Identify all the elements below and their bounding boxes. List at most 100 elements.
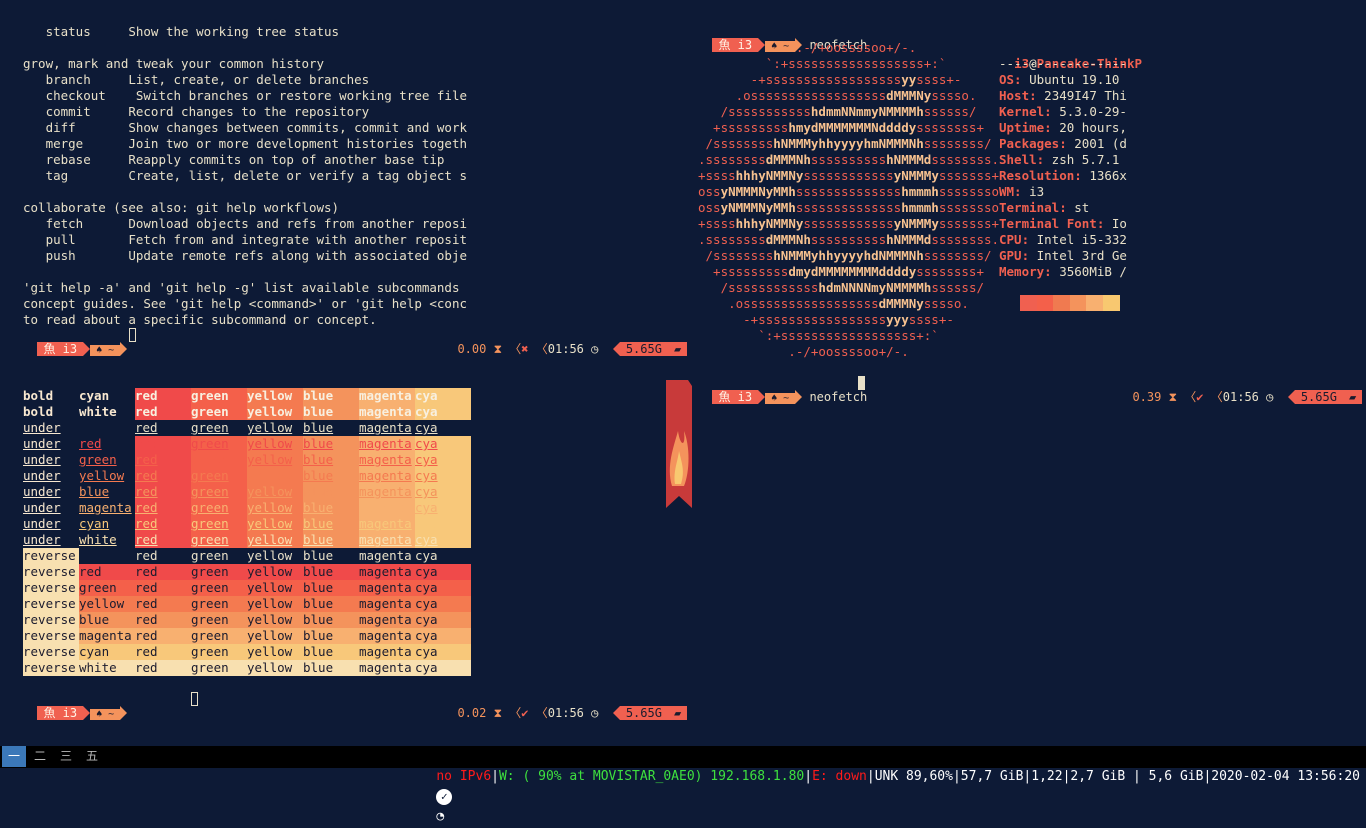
terminal-cursor[interactable] [858,376,865,390]
column-label: yellow [247,436,293,451]
column-label: cya [415,388,438,403]
ascii-logo-line: /sssssssshNMMMyhhyyyyhmNMMMNhssssssss/ [698,136,992,151]
column-label: blue [303,644,334,659]
load-average: 0.02 [457,706,487,720]
git-help-line: 'git help -a' and 'git help -g' list ava… [23,280,460,295]
color-test-row: under red red green yellow blue magenta cya [23,436,471,452]
column-label: red [135,420,158,435]
workspace-button[interactable]: 五 [80,746,104,767]
column-label: magenta [359,580,412,595]
right-status-right: 0.39 ⧗ 〈✔ 〈01:56 ◷ 5.65G ▰ [1118,376,1363,404]
ascii-logo-line: /ssssssssssshdmmNNmmyNMMMMhssssss/ [698,104,977,119]
memory-status: 2,7 GiB | 5,6 GiB [1070,769,1204,784]
column-label: red [135,484,158,499]
column-label: magenta [359,660,412,675]
neofetch-info-line: Resolution: 1366x [999,168,1127,184]
hourglass-icon: ⧗ [493,342,503,356]
column-label: green [191,564,229,579]
chevron-left-icon: 〈 [535,706,548,720]
right-status-top-left: 0.00 ⧗ 〈✖ 〈01:56 ◷ 5.65G ▰ [443,328,688,356]
ascii-logo-line: .ossssssssssssssssssdMMMNysssso. [698,296,969,311]
ascii-logo-line: +sssssssssdmydMMMMMMMMddddyssssssss+ [698,264,984,279]
info-value: 2349I47 Thi [1036,88,1127,103]
workspace-button[interactable]: 二 [28,746,52,767]
color-test-row: under yellow red green yellow blue magenta cya [23,468,471,484]
column-label: blue [303,596,334,611]
workspace-button[interactable]: 一 [2,746,26,767]
attr-label: bold [23,404,54,419]
wifi-tray-icon[interactable]: ◔ [436,809,444,824]
column-label: cya [415,596,438,611]
info-value: 1366x [1081,168,1127,183]
load-average: 0.39 [1132,390,1162,404]
terminal-cursor[interactable] [191,692,198,706]
tray-app-icon[interactable]: ✓ [436,788,453,805]
prompt-top-left: 魚 i3 ♠ ~ [23,328,128,356]
attr-label: reverse [23,596,76,611]
memory-icon: ▰ [667,342,688,356]
terminal-cursor[interactable] [129,328,136,342]
git-help-line: branch List, create, or delete branches [23,72,370,87]
column-label: magenta [359,612,412,627]
git-help-line: pull Fetch from and integrate with anoth… [23,232,468,247]
hourglass-icon: ⧗ [493,706,503,720]
color-test-row: under red green yellow blue magenta cya [23,420,438,436]
column-label: cya [415,532,438,547]
info-key: Shell: [999,152,1045,167]
workspace-button[interactable]: 三 [54,746,78,767]
column-label: blue [303,532,334,547]
column-label: red [135,580,158,595]
neofetch-info-line: WM: i3 [999,184,1044,200]
column-label: magenta [359,484,412,499]
color-label: yellow [79,468,125,483]
attr-label: under [23,516,61,531]
command-input[interactable]: neofetch [809,390,867,404]
ascii-logo-line: -+ssssssssssssssssssyyssss+- [698,72,962,87]
column-label: green [191,628,229,643]
info-value: Intel i5-332 [1029,232,1127,247]
clock-icon: ◷ [591,706,599,720]
column-label: green [191,436,229,451]
color-label: magenta [79,628,132,643]
column-label: yellow [247,596,293,611]
info-key: Memory: [999,264,1052,279]
git-help-line: fetch Download objects and refs from ano… [23,216,468,231]
column-label: green [191,644,229,659]
column-label: magenta [359,628,412,643]
info-value: i3 [1021,184,1045,199]
column-label: cya [415,516,438,531]
column-label: red [135,628,158,643]
git-help-line: push Update remote refs along with assoc… [23,248,468,263]
column-label: yellow [247,484,293,499]
attr-label: reverse [23,564,76,579]
prompt-bottom-left: 魚 i3 ♠ ~ [23,692,128,720]
git-help-line: diff Show changes between commits, commi… [23,120,468,135]
neofetch-info-line: Memory: 3560MiB / [999,264,1127,280]
column-label: red [135,404,158,419]
column-label: blue [303,404,334,419]
column-label: magenta [359,420,412,435]
color-test-row: reverse red red green yellow blue magenta cya [23,564,471,580]
ascii-logo-line: +sssshhhyNMMNyssssssssssssyNMMMysssssss+ [698,216,1000,231]
chevron-left-icon: 〈 [1184,390,1197,404]
home-segment: ♠ ~ [765,393,796,404]
column-label: green [191,612,229,627]
column-label: green [191,420,229,435]
color-swatch [1086,295,1103,311]
column-label: red [135,468,158,483]
status-line: no IPv6|W: ( 90% at MOVISTAR_0AE0) 192.1… [436,769,1360,824]
success-mark-icon: ✔ [1196,390,1204,404]
ascii-logo-line: `:+ssssssssssssssssss+:` [698,328,939,343]
neofetch-info-line: Shell: zsh 5.7.1 [999,152,1119,168]
info-key: Resolution: [999,168,1082,183]
column-label: green [191,404,229,419]
load-status: 1,22 [1031,769,1063,784]
column-label: red [135,516,158,531]
battery-status: UNK 89,60% [874,769,953,784]
column-label: green [191,452,229,467]
column-label: blue [303,660,334,675]
color-swatch [1036,295,1054,311]
info-key: GPU: [999,248,1030,263]
info-value: 5.3.0-29- [1051,104,1127,119]
attr-label: under [23,484,61,499]
